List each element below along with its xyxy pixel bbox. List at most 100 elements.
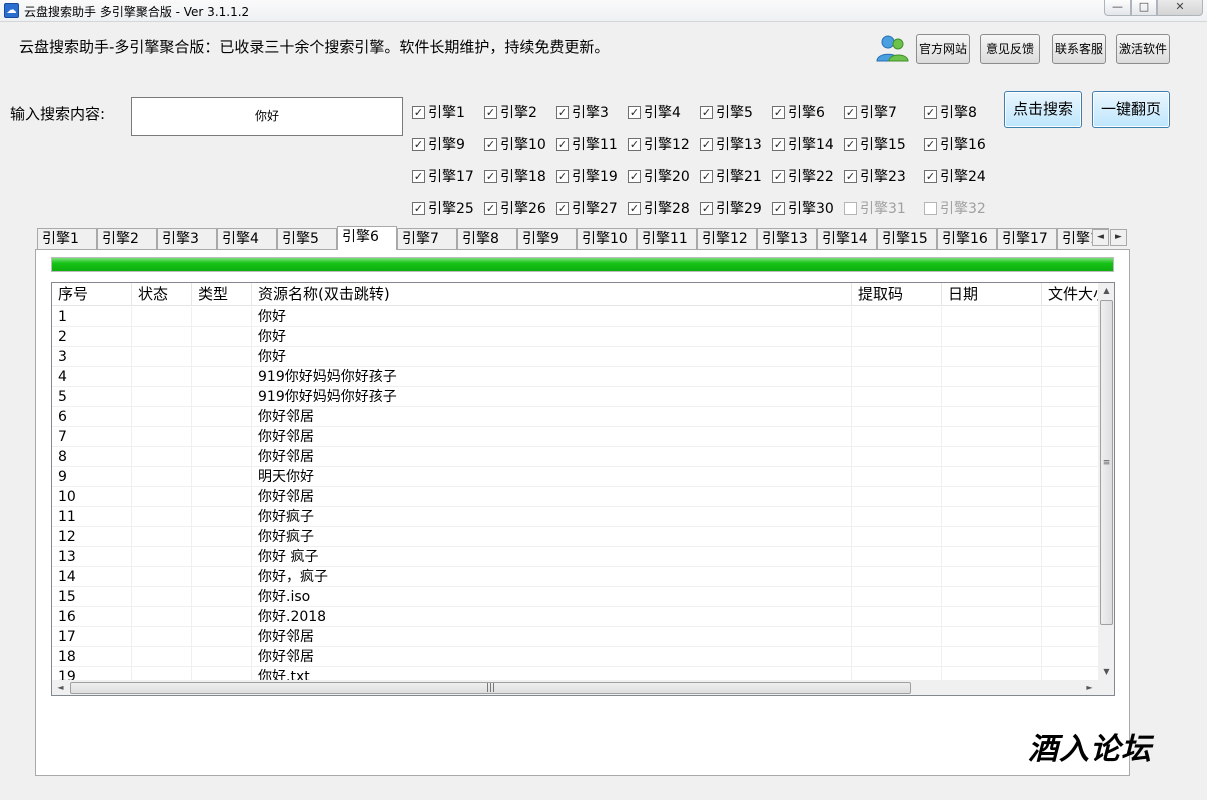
- table-row[interactable]: 13 你好 疯子: [52, 547, 1098, 567]
- tab-engine-9[interactable]: 引擎9: [517, 228, 577, 250]
- table-row[interactable]: 5 919你好妈妈你好孩子: [52, 387, 1098, 407]
- engine-checkbox-9[interactable]: ✓ 引擎9: [412, 134, 465, 154]
- activate-software-button[interactable]: 激活软件: [1116, 34, 1170, 64]
- engine-checkbox-18[interactable]: ✓ 引擎18: [484, 166, 546, 186]
- checkmark-icon[interactable]: ✓: [628, 105, 641, 119]
- table-row[interactable]: 11 你好疯子: [52, 507, 1098, 527]
- engine-checkbox-32[interactable]: 引擎32: [924, 198, 986, 218]
- table-row[interactable]: 4 919你好妈妈你好孩子: [52, 367, 1098, 387]
- feedback-button[interactable]: 意见反馈: [980, 34, 1040, 64]
- engine-checkbox-5[interactable]: ✓ 引擎5: [700, 102, 753, 122]
- checkbox-empty-icon[interactable]: [844, 201, 857, 215]
- tab-engine-11[interactable]: 引擎11: [637, 228, 697, 250]
- vertical-scroll-thumb[interactable]: ≡: [1100, 300, 1113, 625]
- engine-checkbox-25[interactable]: ✓ 引擎25: [412, 198, 474, 218]
- table-row[interactable]: 19 你好.txt: [52, 667, 1098, 680]
- table-row[interactable]: 8 你好邻居: [52, 447, 1098, 467]
- engine-checkbox-2[interactable]: ✓ 引擎2: [484, 102, 537, 122]
- column-header[interactable]: 提取码: [852, 283, 942, 306]
- contact-service-button[interactable]: 联系客服: [1052, 34, 1106, 64]
- checkmark-icon[interactable]: ✓: [772, 201, 785, 215]
- checkmark-icon[interactable]: ✓: [628, 169, 641, 183]
- tab-engine-5[interactable]: 引擎5: [277, 228, 337, 250]
- checkmark-icon[interactable]: ✓: [924, 105, 937, 119]
- engine-checkbox-10[interactable]: ✓ 引擎10: [484, 134, 546, 154]
- engine-checkbox-11[interactable]: ✓ 引擎11: [556, 134, 618, 154]
- checkmark-icon[interactable]: ✓: [628, 137, 641, 151]
- tab-engine-14[interactable]: 引擎14: [817, 228, 877, 250]
- tab-engine-8[interactable]: 引擎8: [457, 228, 517, 250]
- tab-engine-15[interactable]: 引擎15: [877, 228, 937, 250]
- tab-engine-4[interactable]: 引擎4: [217, 228, 277, 250]
- engine-checkbox-14[interactable]: ✓ 引擎14: [772, 134, 834, 154]
- tab-engine-10[interactable]: 引擎10: [577, 228, 637, 250]
- tab-engine-3[interactable]: 引擎3: [157, 228, 217, 250]
- engine-checkbox-1[interactable]: ✓ 引擎1: [412, 102, 465, 122]
- engine-checkbox-28[interactable]: ✓ 引擎28: [628, 198, 690, 218]
- engine-checkbox-3[interactable]: ✓ 引擎3: [556, 102, 609, 122]
- table-row[interactable]: 14 你好，疯子: [52, 567, 1098, 587]
- official-site-button[interactable]: 官方网站: [916, 34, 970, 64]
- table-row[interactable]: 3 你好: [52, 347, 1098, 367]
- engine-checkbox-19[interactable]: ✓ 引擎19: [556, 166, 618, 186]
- engine-checkbox-7[interactable]: ✓ 引擎7: [844, 102, 897, 122]
- minimize-button[interactable]: —: [1104, 0, 1131, 16]
- table-row[interactable]: 16 你好.2018: [52, 607, 1098, 627]
- checkmark-icon[interactable]: ✓: [556, 105, 569, 119]
- column-header[interactable]: 资源名称(双击跳转): [252, 283, 852, 306]
- tab-engine-2[interactable]: 引擎2: [97, 228, 157, 250]
- table-row[interactable]: 15 你好.iso: [52, 587, 1098, 607]
- checkmark-icon[interactable]: ✓: [484, 201, 497, 215]
- checkmark-icon[interactable]: ✓: [924, 137, 937, 151]
- tab-engine-6[interactable]: 引擎6: [337, 226, 397, 250]
- checkmark-icon[interactable]: ✓: [700, 137, 713, 151]
- checkmark-icon[interactable]: ✓: [924, 169, 937, 183]
- tab-scroll-left-button[interactable]: ◄: [1092, 229, 1109, 246]
- checkmark-icon[interactable]: ✓: [772, 105, 785, 119]
- checkmark-icon[interactable]: ✓: [484, 169, 497, 183]
- engine-checkbox-31[interactable]: 引擎31: [844, 198, 906, 218]
- close-button[interactable]: ✕: [1157, 0, 1203, 16]
- engine-checkbox-16[interactable]: ✓ 引擎16: [924, 134, 986, 154]
- checkbox-empty-icon[interactable]: [924, 201, 937, 215]
- checkmark-icon[interactable]: ✓: [844, 137, 857, 151]
- scroll-left-icon[interactable]: ◄: [52, 680, 69, 695]
- table-row[interactable]: 7 你好邻居: [52, 427, 1098, 447]
- table-row[interactable]: 6 你好邻居: [52, 407, 1098, 427]
- table-row[interactable]: 2 你好: [52, 327, 1098, 347]
- engine-checkbox-23[interactable]: ✓ 引擎23: [844, 166, 906, 186]
- checkmark-icon[interactable]: ✓: [412, 105, 425, 119]
- scroll-right-icon[interactable]: ►: [1081, 680, 1098, 695]
- table-row[interactable]: 1 你好: [52, 307, 1098, 327]
- engine-checkbox-6[interactable]: ✓ 引擎6: [772, 102, 825, 122]
- table-row[interactable]: 9 明天你好: [52, 467, 1098, 487]
- checkmark-icon[interactable]: ✓: [844, 169, 857, 183]
- engine-checkbox-15[interactable]: ✓ 引擎15: [844, 134, 906, 154]
- page-all-button[interactable]: 一键翻页: [1092, 91, 1170, 128]
- engine-checkbox-29[interactable]: ✓ 引擎29: [700, 198, 762, 218]
- engine-checkbox-12[interactable]: ✓ 引擎12: [628, 134, 690, 154]
- engine-checkbox-17[interactable]: ✓ 引擎17: [412, 166, 474, 186]
- tab-engine-1[interactable]: 引擎1: [37, 228, 97, 250]
- engine-checkbox-20[interactable]: ✓ 引擎20: [628, 166, 690, 186]
- checkmark-icon[interactable]: ✓: [484, 137, 497, 151]
- scroll-down-icon[interactable]: ▼: [1098, 664, 1114, 680]
- tab-engine-17[interactable]: 引擎17: [997, 228, 1057, 250]
- checkmark-icon[interactable]: ✓: [628, 201, 641, 215]
- checkmark-icon[interactable]: ✓: [556, 201, 569, 215]
- engine-checkbox-26[interactable]: ✓ 引擎26: [484, 198, 546, 218]
- checkmark-icon[interactable]: ✓: [772, 137, 785, 151]
- engine-checkbox-24[interactable]: ✓ 引擎24: [924, 166, 986, 186]
- checkmark-icon[interactable]: ✓: [412, 137, 425, 151]
- engine-checkbox-22[interactable]: ✓ 引擎22: [772, 166, 834, 186]
- maximize-button[interactable]: □: [1131, 0, 1157, 16]
- tab-engine-16[interactable]: 引擎16: [937, 228, 997, 250]
- tab-scroll-right-button[interactable]: ►: [1110, 229, 1127, 246]
- vertical-scrollbar[interactable]: ▲ ≡ ▼: [1098, 283, 1114, 680]
- checkmark-icon[interactable]: ✓: [844, 105, 857, 119]
- horizontal-scroll-thumb[interactable]: |||: [70, 682, 911, 694]
- search-input[interactable]: 你好: [131, 97, 403, 136]
- checkmark-icon[interactable]: ✓: [412, 201, 425, 215]
- tab-engine-13[interactable]: 引擎13: [757, 228, 817, 250]
- tab-engine-12[interactable]: 引擎12: [697, 228, 757, 250]
